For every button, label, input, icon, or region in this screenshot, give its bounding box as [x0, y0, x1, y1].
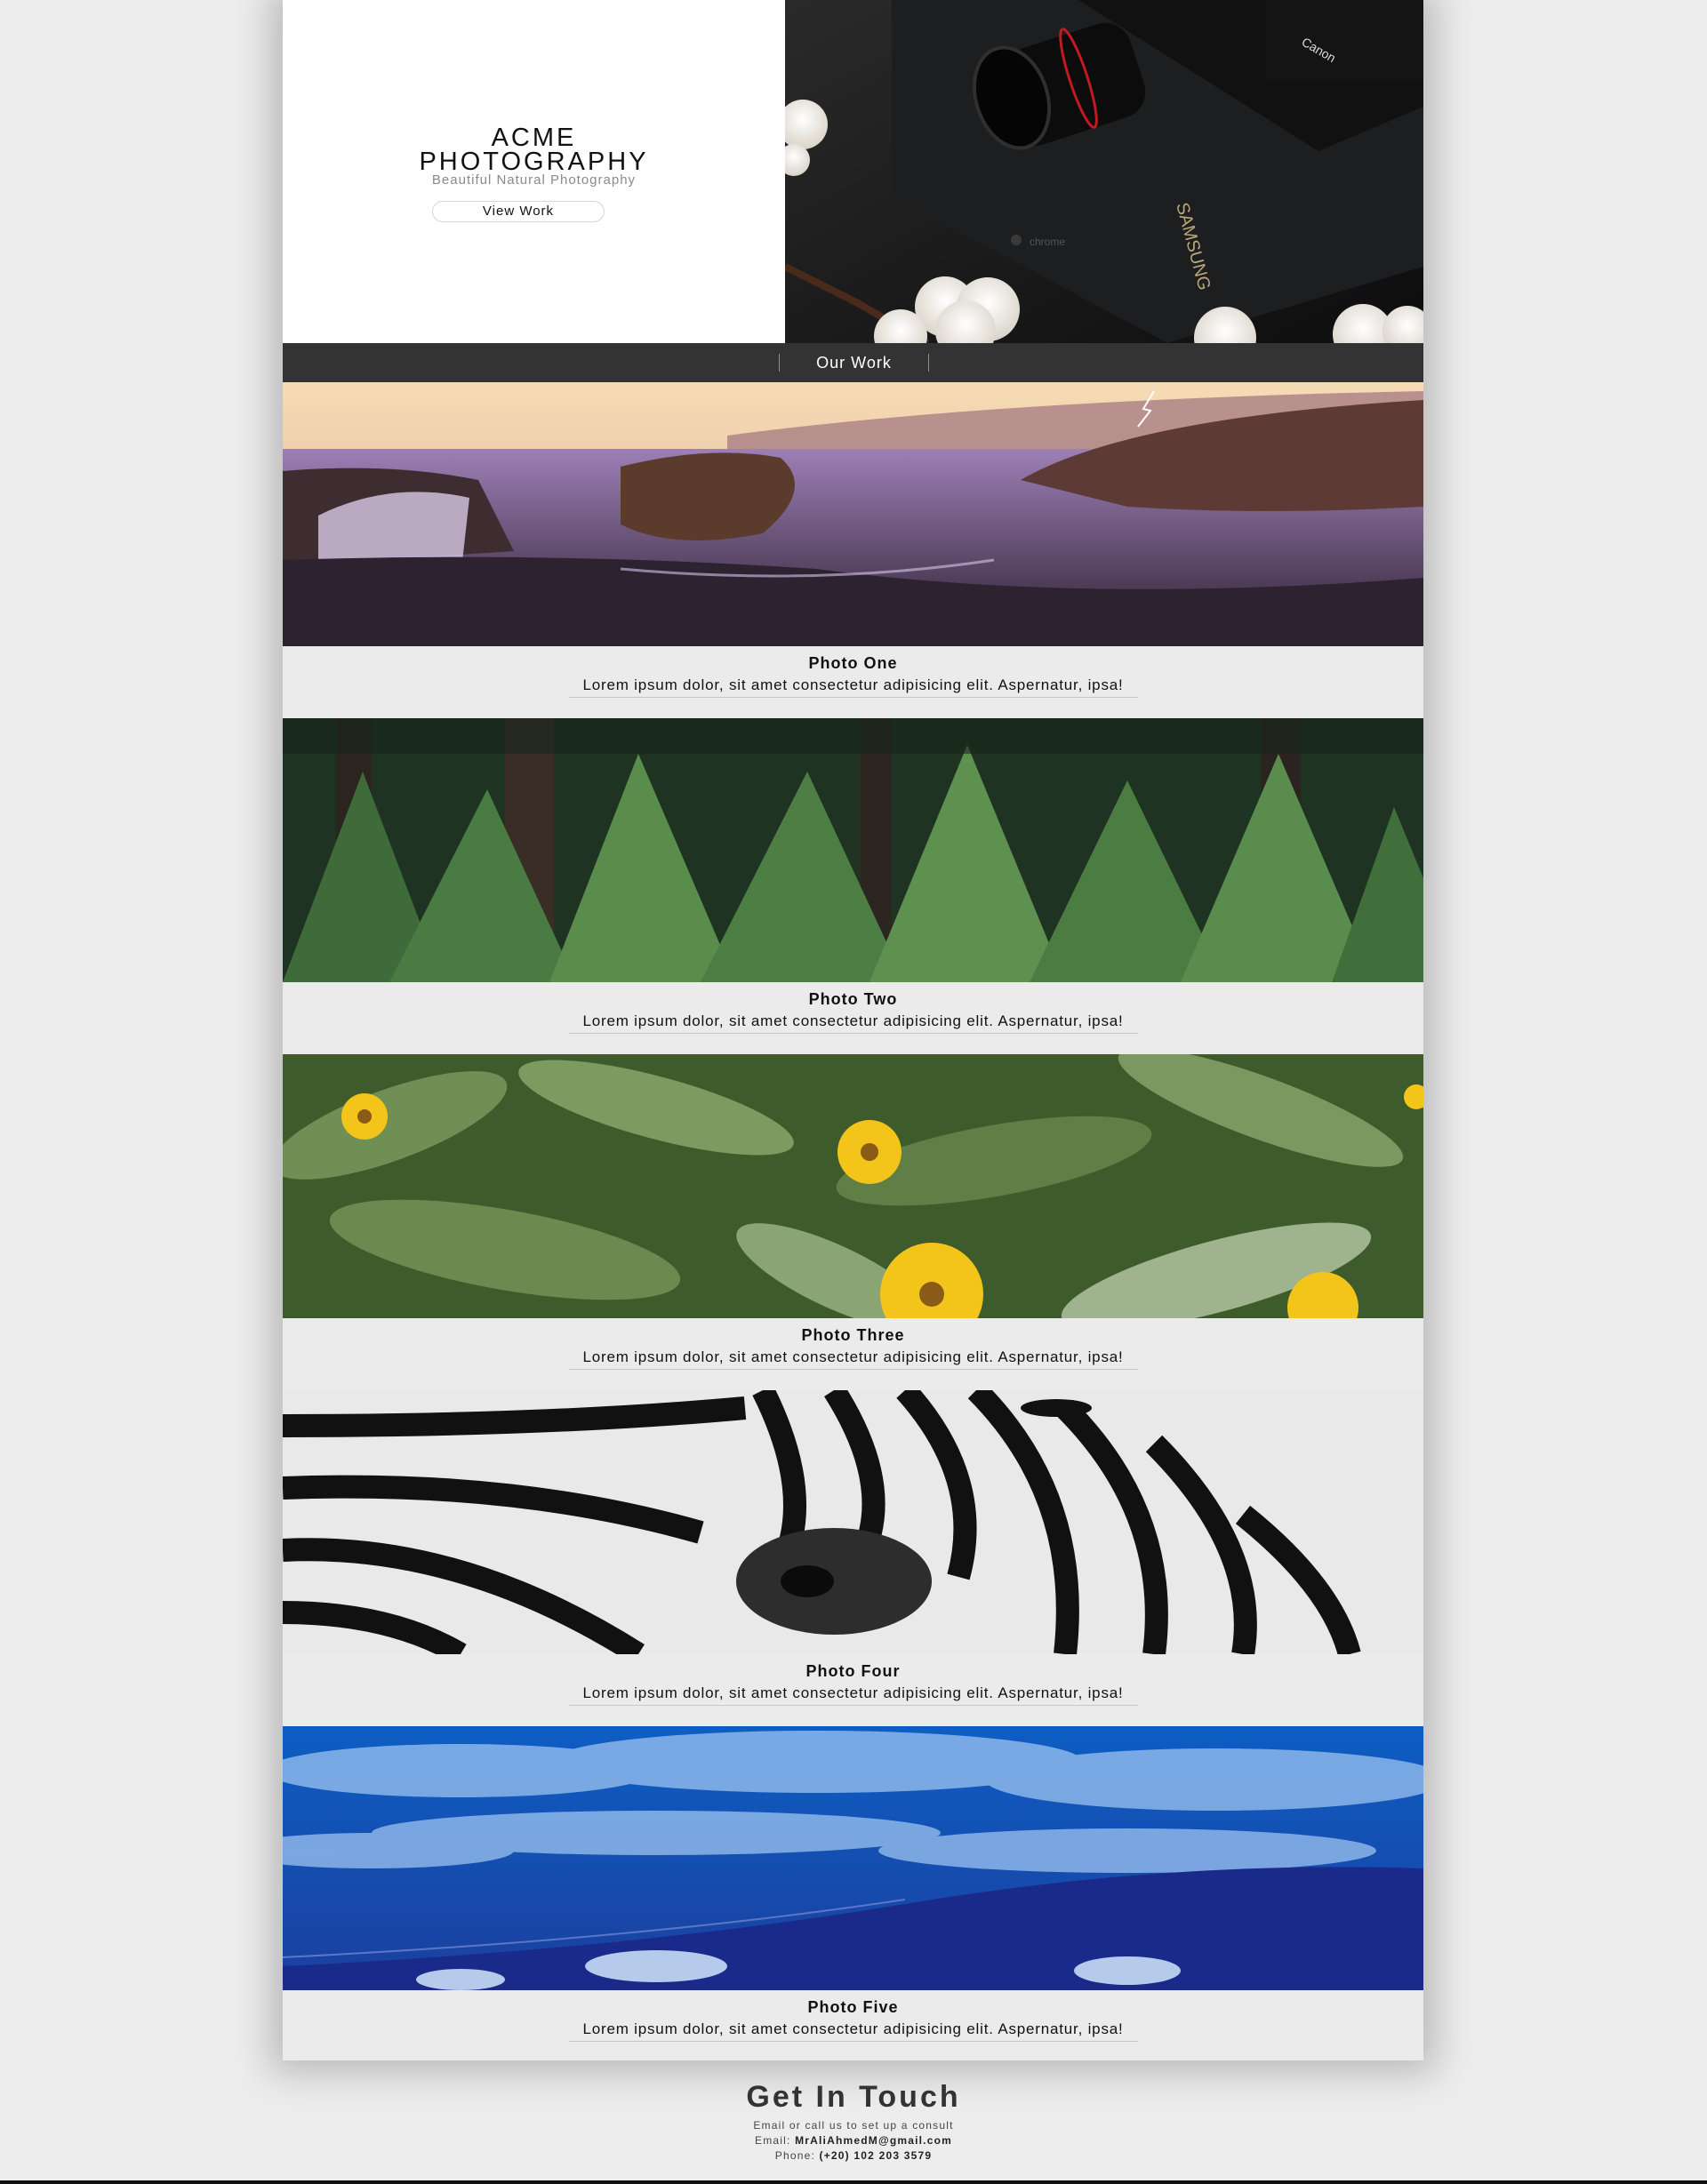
- photo-title: Photo Five: [807, 1998, 899, 2016]
- photo-title: Photo One: [808, 654, 898, 672]
- divider: [569, 1705, 1138, 1706]
- photo-title: Photo Two: [808, 990, 898, 1008]
- photo-description: Lorem ipsum dolor, sit amet consectetur …: [582, 1012, 1124, 1029]
- photo-description: Lorem ipsum dolor, sit amet consectetur …: [582, 1348, 1124, 1365]
- photo-card: Photo Two Lorem ipsum dolor, sit amet co…: [283, 718, 1423, 1054]
- photo-description: Lorem ipsum dolor, sit amet consectetur …: [582, 2020, 1124, 2037]
- contact-email-line: Email: MrAliAhmedM@gmail.com: [0, 2134, 1707, 2147]
- photo-description: Lorem ipsum dolor, sit amet consectetur …: [582, 676, 1124, 693]
- email-address-link[interactable]: MrAliAhmedM@gmail.com: [795, 2134, 952, 2147]
- photo-four-image: [283, 1390, 1423, 1654]
- photo-three-image: [283, 1054, 1423, 1318]
- divider: [569, 2041, 1138, 2042]
- photo-two-image: [283, 718, 1423, 982]
- work-nav-bar: Our Work: [283, 343, 1423, 382]
- site-subtitle: Beautiful Natural Photography: [431, 172, 637, 188]
- photo-description: Lorem ipsum dolor, sit amet consectetur …: [582, 1684, 1124, 1701]
- contact-phone-line: Phone: (+20) 102 203 3579: [0, 2149, 1707, 2162]
- contact-heading: Get In Touch: [746, 2080, 961, 2114]
- page-container: ACME PHOTOGRAPHY Beautiful Natural Photo…: [283, 0, 1423, 2060]
- nav-link-our-work[interactable]: Our Work: [779, 354, 929, 372]
- phone-number: (+20) 102 203 3579: [819, 2149, 933, 2162]
- photo-five-image: [283, 1726, 1423, 1990]
- divider: [569, 1033, 1138, 1034]
- phone-label: Phone:: [774, 2149, 815, 2162]
- divider: [569, 697, 1138, 698]
- email-label: Email:: [754, 2134, 791, 2147]
- view-work-button[interactable]: View Work: [432, 201, 605, 222]
- divider: [569, 1369, 1138, 1370]
- photo-card: Photo One Lorem ipsum dolor, sit amet co…: [283, 382, 1423, 718]
- photo-card: Photo Five Lorem ipsum dolor, sit amet c…: [283, 1726, 1423, 2062]
- photo-card: Photo Four Lorem ipsum dolor, sit amet c…: [283, 1390, 1423, 1726]
- hero-section: ACME PHOTOGRAPHY Beautiful Natural Photo…: [283, 0, 1423, 343]
- site-title-line2: PHOTOGRAPHY: [419, 148, 649, 176]
- photo-card: Photo Three Lorem ipsum dolor, sit amet …: [283, 1054, 1423, 1390]
- hero-text-panel: ACME PHOTOGRAPHY Beautiful Natural Photo…: [283, 0, 785, 343]
- photo-one-image: [283, 382, 1423, 646]
- photo-title: Photo Three: [801, 1326, 905, 1344]
- contact-intro: Email or call us to set up a consult: [753, 2119, 954, 2132]
- hero-camera-image: chrome SAMSUNG Canon: [785, 0, 1423, 343]
- svg-text:chrome: chrome: [1030, 236, 1065, 248]
- bottom-border: [0, 2180, 1707, 2184]
- site-title: ACME PHOTOGRAPHY: [283, 124, 785, 176]
- photo-title: Photo Four: [805, 1662, 901, 1680]
- site-title-line1: ACME: [491, 124, 577, 152]
